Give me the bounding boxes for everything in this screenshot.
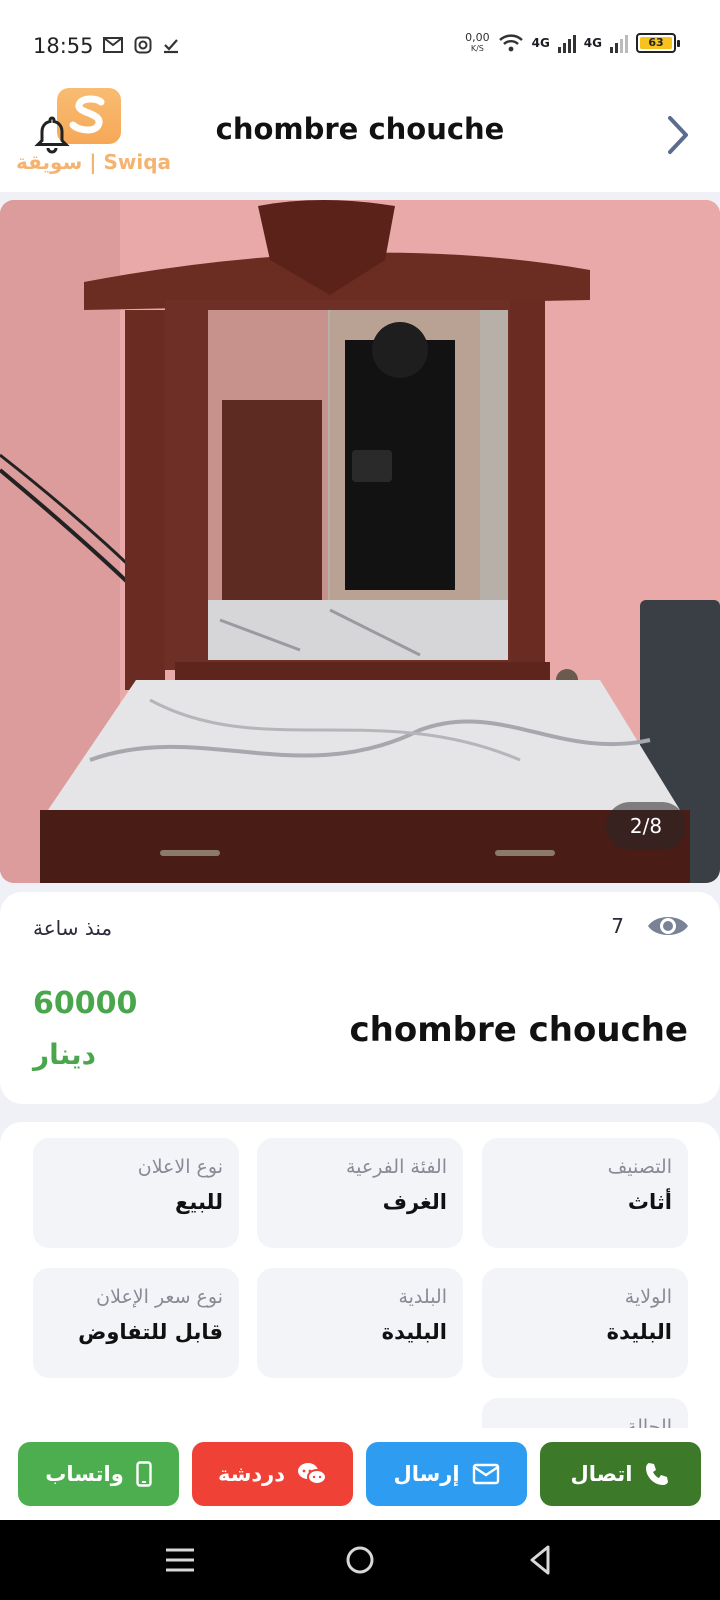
listing-photo	[0, 200, 720, 883]
detail-value: البليدة	[381, 1320, 447, 1344]
battery-icon: 63	[636, 33, 680, 53]
whatsapp-label: واتساب	[45, 1462, 124, 1486]
detail-label: نوع الاعلان	[137, 1156, 223, 1178]
signal-icon	[557, 35, 576, 53]
detail-label: البلدية	[398, 1286, 447, 1308]
signal-type-2: 4G	[583, 36, 602, 50]
price-value: 60000	[33, 986, 138, 1021]
send-label: إرسال	[393, 1462, 460, 1486]
views-counter: 7	[611, 912, 690, 940]
image-counter: 2/8	[606, 802, 686, 850]
chat-button[interactable]: دردشة	[192, 1442, 353, 1506]
listing-title: chombre chouche	[349, 1010, 689, 1050]
posted-time: منذ ساعة	[33, 916, 113, 940]
eye-icon	[648, 917, 688, 935]
system-status: 0,00 K/S 4G 4G 63	[465, 31, 680, 54]
detail-tile-province: الولاية البليدة	[482, 1268, 688, 1378]
chat-bubbles-icon	[298, 1463, 328, 1485]
page-title: chombre chouche	[215, 112, 505, 146]
system-navigation-bar	[0, 1520, 720, 1600]
detail-value: قابل للتفاوض	[78, 1320, 223, 1344]
whatsapp-button[interactable]: واتساب	[18, 1442, 179, 1506]
detail-tile-ad-type: نوع الاعلان للبيع	[33, 1138, 239, 1248]
call-label: اتصال	[570, 1462, 633, 1486]
phone-device-icon	[136, 1461, 152, 1487]
battery-level: 63	[640, 37, 672, 49]
detail-tile-subcategory: الفئة الفرعية الغرف	[257, 1138, 463, 1248]
wifi-icon	[498, 34, 523, 52]
phone-icon	[646, 1463, 669, 1485]
detail-tile-category: التصنيف أثاث	[482, 1138, 688, 1248]
app-logo: سويقة | Swiqa	[16, 30, 171, 180]
detail-value: أثاث	[627, 1190, 672, 1214]
detail-value: البليدة	[606, 1320, 672, 1344]
send-button[interactable]: إرسال	[366, 1442, 527, 1506]
detail-tile-price-type: نوع سعر الإعلان قابل للتفاوض	[33, 1268, 239, 1378]
chevron-right-icon[interactable]	[662, 114, 694, 156]
price-currency: دينار	[33, 1038, 96, 1071]
detail-value: الغرف	[382, 1190, 447, 1214]
chat-label: دردشة	[217, 1462, 286, 1486]
signal-icon	[610, 35, 628, 53]
call-button[interactable]: اتصال	[540, 1442, 701, 1506]
detail-tile-municipality: البلدية البليدة	[257, 1268, 463, 1378]
listing-image-gallery[interactable]: 2/8	[0, 200, 720, 883]
views-count: 7	[611, 914, 624, 938]
home-icon[interactable]	[340, 1540, 380, 1580]
detail-value: للبيع	[175, 1190, 223, 1214]
app-header: سويقة | Swiqa chombre chouche	[0, 88, 720, 192]
net-speed: 0,00 K/S	[465, 31, 490, 53]
contact-action-bar: واتساب دردشة إرسال اتصال	[0, 1428, 720, 1520]
signal-type-1: 4G	[531, 36, 550, 50]
detail-label: التصنيف	[607, 1156, 672, 1178]
listing-summary-card: منذ ساعة 7 60000 دينار chombre chouche	[0, 892, 720, 1104]
back-icon[interactable]	[520, 1540, 560, 1580]
detail-label: الولاية	[624, 1286, 672, 1308]
menu-icon[interactable]	[160, 1540, 200, 1580]
detail-label: نوع سعر الإعلان	[96, 1286, 223, 1308]
detail-label: الفئة الفرعية	[345, 1156, 447, 1178]
mail-icon	[472, 1463, 499, 1485]
